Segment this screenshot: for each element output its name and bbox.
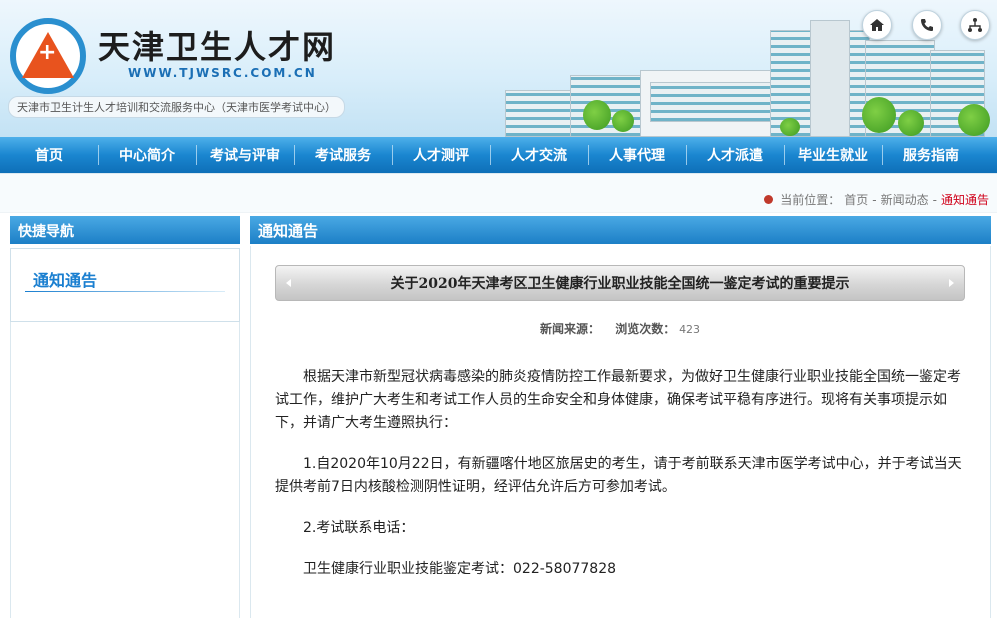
article-title-bar: 关于2020年天津考区卫生健康行业职业技能全国统一鉴定考试的重要提示	[275, 265, 965, 301]
breadcrumb-label: 当前位置：	[780, 193, 841, 207]
nav-item-talent-assessment[interactable]: 人才测评	[392, 137, 490, 173]
site-header: + 天津卫生人才网 WWW.TJWSRC.COM.CN 天津市卫生计生人才培训和…	[0, 0, 997, 137]
nav-item-home[interactable]: 首页	[0, 137, 98, 173]
main-heading: 通知通告	[250, 216, 991, 244]
breadcrumb-news[interactable]: 新闻动态	[881, 191, 929, 208]
nav-item-about[interactable]: 中心简介	[98, 137, 196, 173]
source-label: 新闻来源：	[539, 322, 600, 336]
breadcrumb: 当前位置： 首页 - 新闻动态 - 通知通告	[764, 191, 989, 208]
logo-plus-icon: +	[38, 40, 57, 65]
article-title: 关于2020年天津考区卫生健康行业职业技能全国统一鉴定考试的重要提示	[390, 276, 850, 292]
article-body: 根据天津市新型冠状病毒感染的肺炎疫情防控工作最新要求，为做好卫生健康行业职业技能…	[275, 366, 965, 599]
nav-item-graduate-employment[interactable]: 毕业生就业	[784, 137, 882, 173]
sidebar-box: 通知通告	[10, 248, 240, 322]
home-icon[interactable]	[862, 10, 892, 40]
main-nav: 首页 中心简介 考试与评审 考试服务 人才测评 人才交流 人事代理 人才派遣 毕…	[0, 137, 997, 173]
sitemap-icon[interactable]	[960, 10, 990, 40]
article-meta: 新闻来源： 浏览次数： 423	[275, 320, 965, 337]
breadcrumb-sep: -	[872, 192, 877, 207]
nav-item-personnel-agency[interactable]: 人事代理	[588, 137, 686, 173]
views-count: 423	[679, 323, 701, 336]
location-icon	[764, 195, 774, 204]
article-paragraph: 根据天津市新型冠状病毒感染的肺炎疫情防控工作最新要求，为做好卫生健康行业职业技能…	[275, 369, 961, 431]
sidebar-divider	[25, 291, 225, 292]
breadcrumb-home[interactable]: 首页	[844, 191, 868, 208]
article-paragraph: 2.考试联系电话：	[303, 520, 415, 536]
site-url: WWW.TJWSRC.COM.CN	[128, 66, 317, 80]
site-subtitle: 天津市卫生计生人才培训和交流服务中心（天津市医学考试中心）	[8, 96, 345, 118]
arrow-right-icon	[949, 279, 954, 287]
article-paragraph: 1.自2020年10月22日，有新疆喀什地区旅居史的考生，请于考前联系天津市医学…	[275, 456, 962, 495]
nav-item-dispatch[interactable]: 人才派遣	[686, 137, 784, 173]
article-paragraph: 卫生健康行业职业技能鉴定考试：022-58077828	[303, 561, 617, 577]
breadcrumb-sep: -	[932, 192, 937, 207]
phone-icon[interactable]	[912, 10, 942, 40]
arrow-left-icon	[286, 279, 291, 287]
nav-item-service-guide[interactable]: 服务指南	[882, 137, 980, 173]
breadcrumb-bar: 当前位置： 首页 - 新闻动态 - 通知通告	[0, 173, 997, 213]
nav-item-exam-review[interactable]: 考试与评审	[196, 137, 294, 173]
breadcrumb-current[interactable]: 通知通告	[941, 191, 989, 208]
sidebar-frame	[10, 322, 240, 618]
nav-item-exam-service[interactable]: 考试服务	[294, 137, 392, 173]
sidebar-item-notices[interactable]: 通知通告	[33, 267, 97, 291]
site-title: 天津卫生人才网	[98, 28, 337, 66]
nav-item-talent-exchange[interactable]: 人才交流	[490, 137, 588, 173]
views-label: 浏览次数：	[615, 322, 676, 336]
sidebar-heading: 快捷导航	[10, 216, 240, 244]
